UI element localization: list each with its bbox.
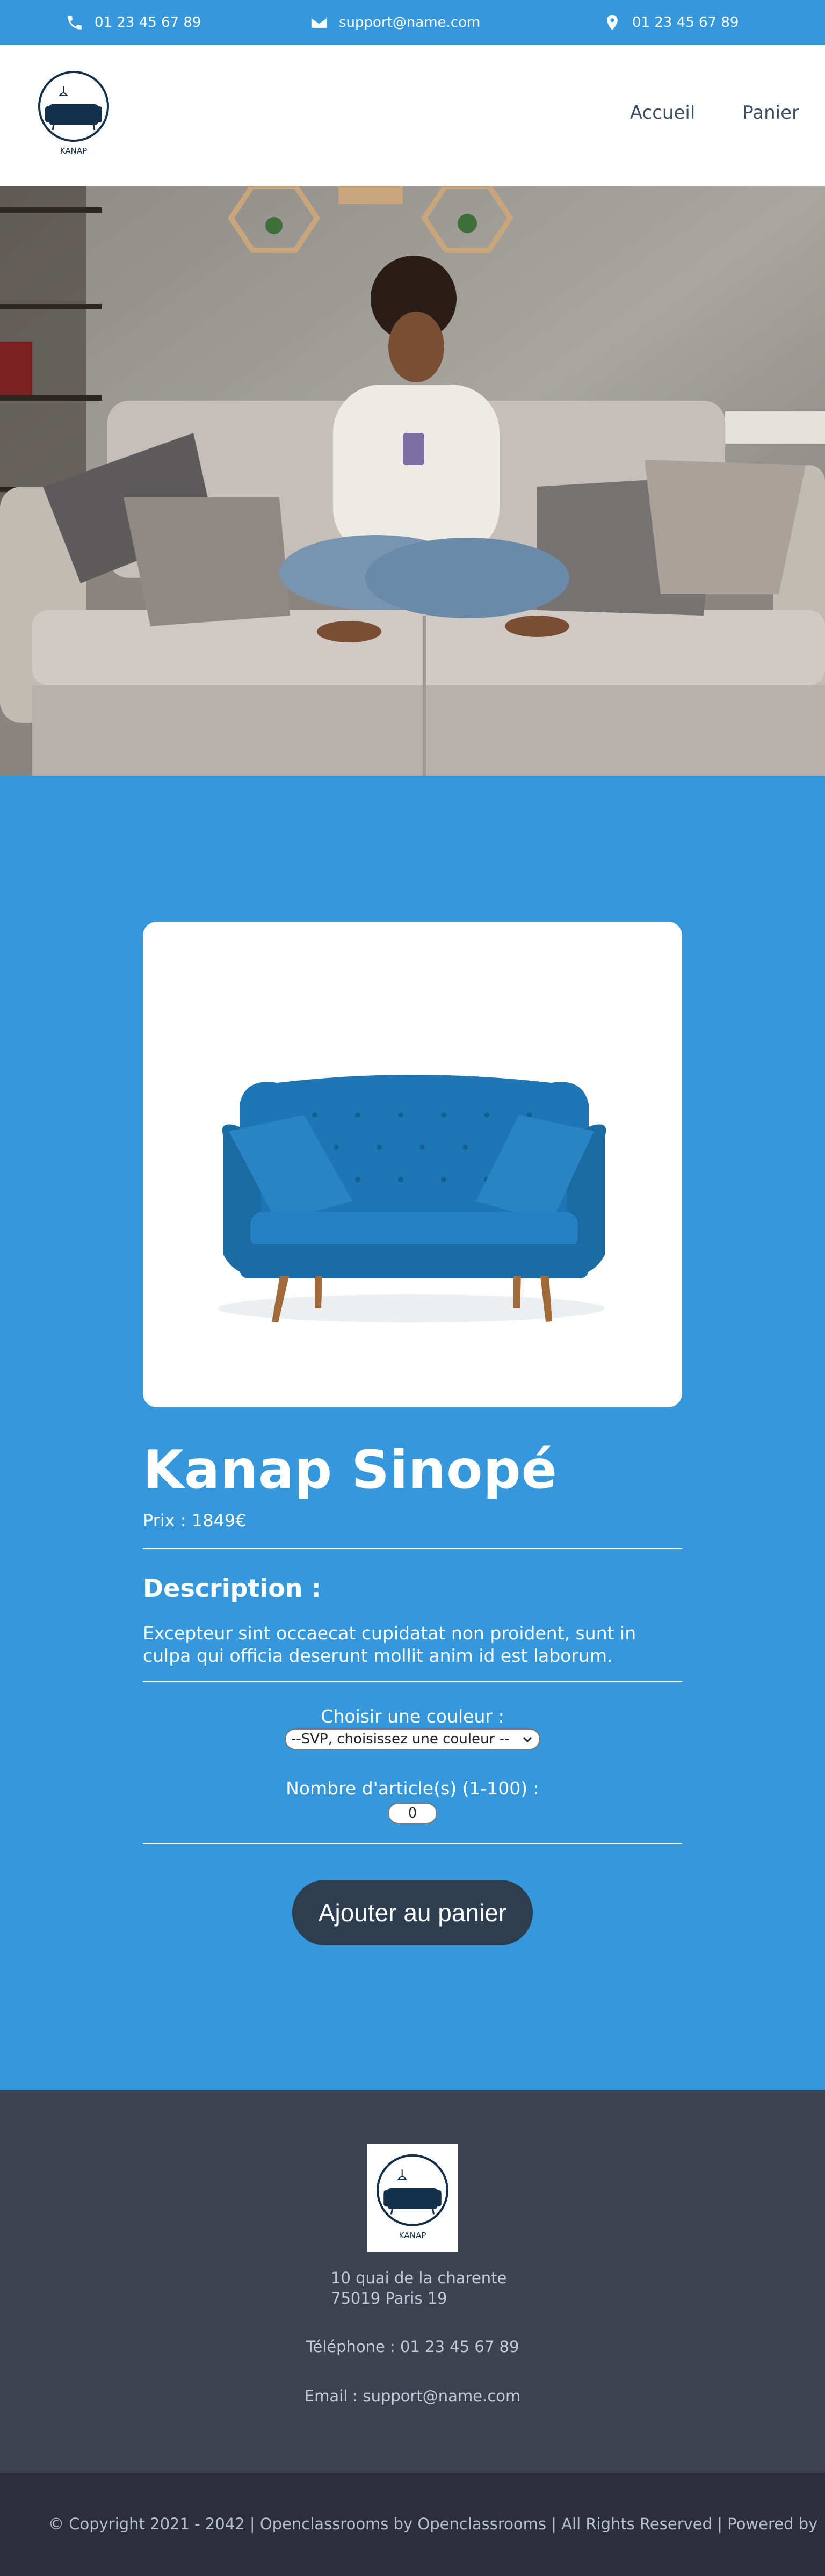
- contact-phone2-text: 01 23 45 67 89: [632, 15, 739, 31]
- envelope-icon: [311, 17, 327, 28]
- hero-banner-image: [0, 186, 825, 776]
- description-heading: Description :: [143, 1574, 321, 1603]
- footer-logo-text: KANAP: [399, 2231, 426, 2240]
- product-title: Kanap Sinopé: [143, 1439, 558, 1501]
- phone-icon: [68, 16, 82, 30]
- footer-telephone: Téléphone : 01 23 45 67 89: [306, 2338, 519, 2356]
- copyright-text: © Copyright 2021 - 2042 | Openclassrooms…: [48, 2515, 818, 2533]
- divider: [143, 1548, 682, 1549]
- copyright-bar: © Copyright 2021 - 2042 | Openclassrooms…: [0, 2473, 825, 2576]
- site-header: KANAP Accueil Panier: [0, 45, 825, 186]
- contact-bar: 01 23 45 67 89 support@name.com 01 23 45…: [0, 0, 825, 45]
- contact-phone-text: 01 23 45 67 89: [95, 15, 201, 31]
- contact-location[interactable]: 01 23 45 67 89: [603, 12, 739, 33]
- contact-email[interactable]: support@name.com: [310, 12, 480, 33]
- logo-text: KANAP: [60, 146, 87, 156]
- contact-phone[interactable]: 01 23 45 67 89: [66, 12, 201, 33]
- footer-address: 10 quai de la charente 75019 Paris 19: [331, 2268, 506, 2309]
- product-price: Prix : 1849€: [143, 1510, 247, 1531]
- blue-sofa-image: [218, 1075, 606, 1322]
- location-pin-icon: [607, 15, 618, 31]
- address-line-2: 75019 Paris 19: [331, 2289, 447, 2307]
- color-select[interactable]: --SVP, choisissez une couleur --: [285, 1728, 540, 1750]
- sofa-logo-icon: KANAP: [377, 2154, 448, 2240]
- site-footer: KANAP 10 quai de la charente 75019 Paris…: [0, 2090, 825, 2473]
- product-description: Excepteur sint occaecat cupidatat non pr…: [143, 1623, 636, 1666]
- color-select-value: --SVP, choisissez une couleur --: [291, 1731, 510, 1747]
- footer-logo[interactable]: KANAP: [367, 2144, 458, 2252]
- chevron-down-icon: [523, 1736, 532, 1743]
- footer-email[interactable]: Email : support@name.com: [0, 2387, 825, 2405]
- kanap-logo[interactable]: KANAP: [37, 71, 111, 157]
- divider: [143, 1681, 682, 1682]
- divider: [143, 1843, 682, 1844]
- contact-email-text: support@name.com: [339, 15, 481, 31]
- product-image: [143, 922, 682, 1407]
- color-label: Choisir une couleur :: [321, 1706, 504, 1727]
- sofa-logo-icon: KANAP: [38, 71, 109, 156]
- add-to-cart-button[interactable]: Ajouter au panier: [292, 1880, 533, 1945]
- nav-link-panier[interactable]: Panier: [742, 102, 799, 124]
- quantity-input[interactable]: 0: [388, 1803, 437, 1824]
- nav-link-accueil[interactable]: Accueil: [630, 102, 695, 124]
- main-nav: Accueil Panier: [630, 102, 799, 124]
- address-line-1: 10 quai de la charente: [331, 2269, 507, 2287]
- quantity-label: Nombre d'article(s) (1-100) :: [286, 1778, 539, 1799]
